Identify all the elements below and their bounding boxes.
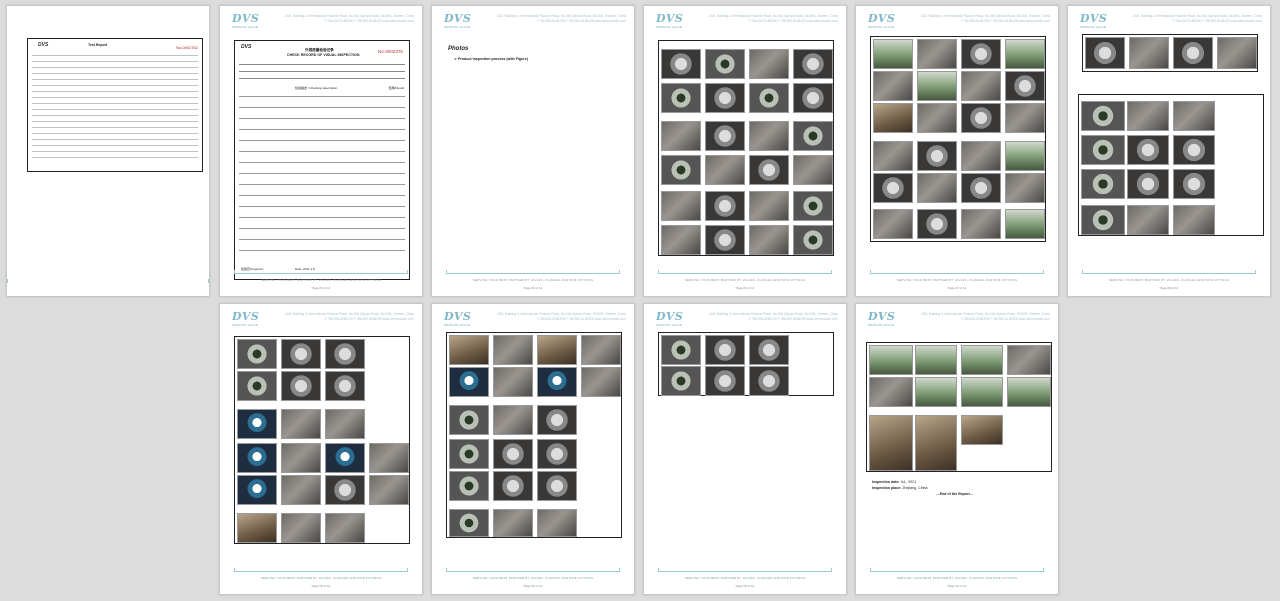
footer-slogan: SERVING YOUR BEST PARTNER BY VALVES, FLA… xyxy=(472,278,594,282)
photos-bullet: ➢ Product Inspection process (with Figur… xyxy=(454,57,528,61)
page-number: Page 10 of 10 xyxy=(947,584,967,588)
cert-serial: No.0002762 xyxy=(176,45,198,50)
inspection-place-row: Inspection place: Zhejiang, China xyxy=(872,486,928,490)
company-logo: DVS DERVOS VALVE xyxy=(444,12,472,29)
report-page-2: DVS DERVOS VALVE L5/5, Building 6, Inter… xyxy=(219,5,423,297)
report-page-8: DVS DERVOS VALVE L5/5, Building 6, Intern… xyxy=(431,303,635,595)
footer-rule xyxy=(234,270,408,274)
company-address: L5/5, Building 6, International Finance … xyxy=(496,312,626,321)
footer-slogan: SERVING YOUR BEST PARTNER BY VALVES, FLA… xyxy=(684,278,806,282)
page-number: Page 06 of 10 xyxy=(523,584,543,588)
footer-rule xyxy=(446,270,620,274)
company-address: L5/5, Building 6, International Finance … xyxy=(920,14,1050,23)
page-header: DVS DERVOS VALVE L5/5, Building 6, Intern… xyxy=(442,311,626,333)
company-address: L5/5, Building 6, International Finance … xyxy=(920,312,1050,321)
cert-title: Test Report xyxy=(88,43,108,47)
footer-rule xyxy=(870,568,1044,572)
cert-logo: DVS xyxy=(38,42,49,48)
company-logo: DVS DERVOS VALVE xyxy=(232,310,260,327)
footer-rule xyxy=(7,279,209,283)
page-header: DVS DERVOS VALVE L5/5, Building 6, Intern… xyxy=(654,13,838,35)
photo-grid xyxy=(866,342,1052,472)
footer-slogan: SERVING YOUR BEST PARTNER BY VALVES, FLA… xyxy=(472,576,594,580)
company-address: L5/5, Building 6, International Finance … xyxy=(1132,14,1262,23)
page-header: DVS DERVOS VALVE L5/5, Building 6, Intern… xyxy=(866,13,1050,35)
photo-grid xyxy=(234,336,410,544)
footer-slogan: SERVING YOUR BEST PARTNER BY VALVES, FLA… xyxy=(896,576,1018,580)
photo-grid xyxy=(658,40,834,256)
footer-slogan: SERVING YOUR BEST PARTNER BY VALVES, FLA… xyxy=(260,278,382,282)
page-number: Page 06 of 10 xyxy=(311,584,331,588)
page-number: Page 08 of 10 xyxy=(1159,286,1179,290)
report-page-7: DVS DERVOS VALVE L5/5, Building 6, Intern… xyxy=(219,303,423,595)
page-header: DVS DERVOS VALVE L5/5, Building 6, Intern… xyxy=(442,13,626,35)
report-page-5: DVS DERVOS VALVE L5/5, Building 6, Intern… xyxy=(855,5,1059,297)
company-address: L5/5, Building 6, International Finance … xyxy=(708,312,838,321)
company-logo: DVS DERVOS VALVE xyxy=(868,12,896,29)
page-header: DVS DERVOS VALVE L5/5, Building 6, Intern… xyxy=(1078,13,1262,35)
footer-rule xyxy=(870,270,1044,274)
company-logo: DVS DERVOS VALVE xyxy=(444,310,472,327)
checking-header: 检验描述 / Checking description xyxy=(295,86,338,90)
company-address: L5/5, Building 6, International Finance … xyxy=(284,14,414,23)
report-page-9: DVS DERVOS VALVE L5/5, Building 6, Intern… xyxy=(643,303,847,595)
page-number: Page 06 of 10 xyxy=(523,286,543,290)
inspection-date: Date: 2021.1.8 xyxy=(295,267,315,271)
form-logo: DVS xyxy=(241,44,252,50)
report-page-10: DVS DERVOS VALVE L5/5, Building 6, Intern… xyxy=(855,303,1059,595)
page-header: DVS DERVOS VALVE L5/5, Building 6, Intern… xyxy=(866,311,1050,333)
page-number: Page 07 of 10 xyxy=(947,286,967,290)
page-header: DVS DERVOS VALVE L5/5, Building 6, Inter… xyxy=(230,13,414,35)
inspector-label: 检验员/Inspector: xyxy=(241,267,265,271)
page-number: Page 05 of 10 xyxy=(311,286,331,290)
result-header: 结果/Result xyxy=(388,86,404,90)
company-logo: DVS DERVOS VALVE xyxy=(232,12,260,29)
form-serial: No.0002376 xyxy=(377,49,403,54)
photos-heading: Photos xyxy=(448,46,469,52)
inspection-date-row: Inspection date: Jul., 2021 xyxy=(872,480,917,484)
footer-rule xyxy=(658,568,832,572)
report-page-3: DVS DERVOS VALVE L5/5, Building 6, Intern… xyxy=(431,5,635,297)
footer-rule xyxy=(234,568,408,572)
company-logo: DVS DERVOS VALVE xyxy=(1080,12,1108,29)
footer-rule xyxy=(658,270,832,274)
page-number: Page 06 of 10 xyxy=(735,584,755,588)
company-address: L5/5, Building 6, International Finance … xyxy=(708,14,838,23)
visual-inspection-form: DVS 外观质量检验记录 CHECK RECORD OF VISUAL INSP… xyxy=(234,40,410,280)
company-address: L5/5, Building 6, International Finance … xyxy=(496,14,626,23)
photo-grid-bottom xyxy=(1078,94,1264,236)
footer-rule xyxy=(1082,270,1256,274)
report-page-6: DVS DERVOS VALVE L5/5, Building 6, Intern… xyxy=(1067,5,1271,297)
footer-rule xyxy=(446,568,620,572)
footer-slogan: SERVING YOUR BEST PARTNER BY VALVES, FLA… xyxy=(896,278,1018,282)
end-of-report: —End of the Report— xyxy=(936,492,974,496)
company-address: L5/5, Building 6, International Finance … xyxy=(284,312,414,321)
footer-slogan: SERVING YOUR BEST PARTNER BY VALVES, FLA… xyxy=(684,576,806,580)
certificate-table: DVS Test Report No.0002762 xyxy=(27,38,203,172)
page-number: Page 06 of 10 xyxy=(735,286,755,290)
company-logo: DVS DERVOS VALVE xyxy=(868,310,896,327)
photo-grid-top xyxy=(1082,34,1258,72)
footer-slogan: SERVING YOUR BEST PARTNER BY VALVES, FLA… xyxy=(1108,278,1230,282)
report-page-4: DVS DERVOS VALVE L5/5, Building 6, Intern… xyxy=(643,5,847,297)
company-logo: DVS DERVOS VALVE xyxy=(656,310,684,327)
photo-grid xyxy=(658,332,834,396)
company-logo: DVS DERVOS VALVE xyxy=(656,12,684,29)
page-header: DVS DERVOS VALVE L5/5, Building 6, Intern… xyxy=(230,311,414,333)
footer-slogan: SERVING YOUR BEST PARTNER BY VALVES, FLA… xyxy=(260,576,382,580)
form-title-en: CHECK RECORD OF VISUAL INSPECTION xyxy=(287,53,360,57)
report-page-1: DVS Test Report No.0002762 xyxy=(6,5,210,297)
page-header: DVS DERVOS VALVE L5/5, Building 6, Intern… xyxy=(654,311,838,333)
photo-grid xyxy=(446,332,622,538)
photo-grid xyxy=(870,36,1046,242)
